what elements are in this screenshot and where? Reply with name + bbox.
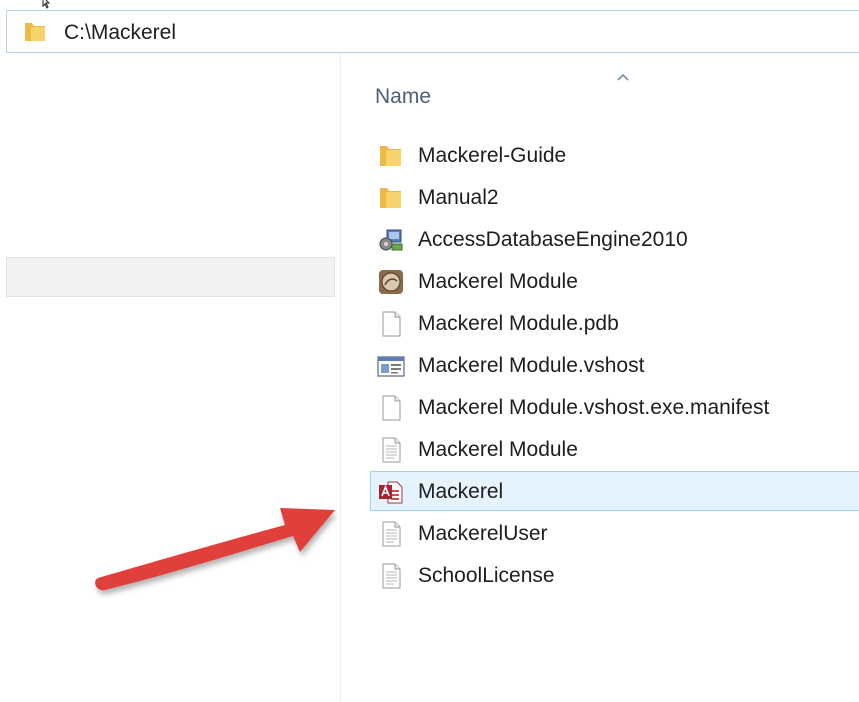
- list-item-mackerel-database[interactable]: Mackerel: [370, 471, 859, 511]
- list-item-accessdatabaseengine2010[interactable]: AccessDatabaseEngine2010: [370, 219, 859, 259]
- address-bar[interactable]: C:\Mackerel: [6, 10, 859, 53]
- text-file-icon: [382, 521, 401, 547]
- item-name: Mackerel Module.pdb: [418, 312, 619, 335]
- address-path[interactable]: C:\Mackerel: [64, 20, 176, 46]
- navigation-pane-selected-item[interactable]: [6, 257, 335, 297]
- blank-file-icon: [382, 395, 401, 421]
- list-item-mackerel-guide[interactable]: Mackerel-Guide: [370, 135, 859, 175]
- folder-icon: [380, 146, 401, 166]
- list-item-mackerel-module-pdb[interactable]: Mackerel Module.pdb: [370, 303, 859, 343]
- item-name: Mackerel Module: [418, 438, 578, 461]
- item-name: Mackerel Module.vshost.exe.manifest: [418, 396, 770, 419]
- item-name: Mackerel Module: [418, 270, 578, 293]
- item-name: AccessDatabaseEngine2010: [418, 228, 688, 251]
- item-name: MackerelUser: [418, 522, 548, 545]
- item-name: Mackerel-Guide: [418, 144, 567, 167]
- list-item-mackerel-module-app[interactable]: Mackerel Module: [370, 261, 859, 301]
- application-icon: [379, 270, 403, 294]
- access-database-icon: [379, 481, 403, 504]
- list-item-schoollicense[interactable]: SchoolLicense: [370, 555, 859, 595]
- blank-file-icon: [382, 311, 401, 337]
- navigation-pane: [0, 54, 340, 702]
- column-header-name[interactable]: Name: [375, 84, 431, 110]
- annotation-arrow-icon: [95, 508, 336, 591]
- list-item-mackerel-module-vshost-exe-manifest[interactable]: Mackerel Module.vshost.exe.manifest: [370, 387, 859, 427]
- list-item-manual2[interactable]: Manual2: [370, 177, 859, 217]
- list-item-mackereluser[interactable]: MackerelUser: [370, 513, 859, 553]
- list-item-mackerel-module-text[interactable]: Mackerel Module: [370, 429, 859, 469]
- item-name: SchoolLicense: [418, 564, 555, 587]
- file-list: Name Mackerel-Guide Manual2 AccessDataba…: [341, 54, 859, 702]
- file-explorer-window: C:\Mackerel Name Mackerel-Guide Manual2: [0, 0, 859, 702]
- installer-icon: [379, 229, 403, 251]
- item-name: Manual2: [418, 186, 499, 209]
- item-name: Mackerel: [418, 480, 504, 503]
- text-file-icon: [382, 563, 401, 589]
- text-file-icon: [382, 437, 401, 463]
- cursor-icon: [42, 0, 51, 9]
- sort-ascending-icon: [617, 73, 629, 81]
- item-name: Mackerel Module.vshost: [418, 354, 645, 377]
- window-app-icon: [377, 356, 405, 377]
- folder-icon: [25, 23, 45, 41]
- list-item-mackerel-module-vshost[interactable]: Mackerel Module.vshost: [370, 345, 859, 385]
- folder-icon: [380, 188, 401, 208]
- window-top-edge: [0, 0, 859, 10]
